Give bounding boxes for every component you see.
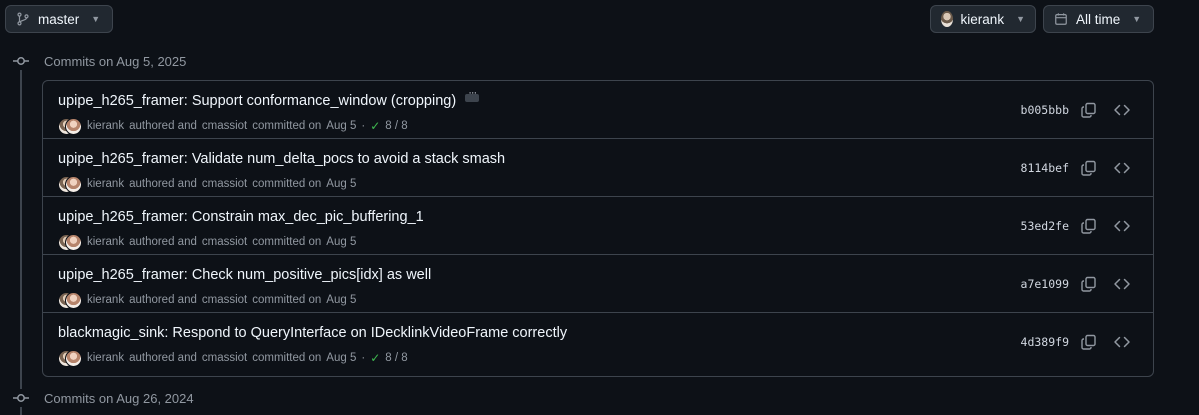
committer-link[interactable]: cmassiot [202, 294, 247, 306]
committed-label: committed on [252, 178, 322, 190]
code-icon[interactable] [1113, 159, 1131, 177]
authored-label: authored and [129, 236, 197, 248]
branch-selector-button[interactable]: master ▼ [5, 5, 113, 33]
branch-icon [17, 12, 29, 26]
authored-label: authored and [129, 120, 197, 132]
author-link[interactable]: kierank [87, 294, 124, 306]
commit-sha-link[interactable]: a7e1099 [1021, 277, 1069, 291]
separator-dot: · [361, 120, 366, 132]
commit-meta: kierank authored and cmassiot committed on A… [58, 292, 357, 309]
code-icon[interactable] [1113, 275, 1131, 293]
committer-link[interactable]: cmassiot [202, 120, 247, 132]
copy-icon[interactable] [1080, 159, 1098, 177]
checks-status[interactable]: 8 / 8 [385, 352, 407, 364]
commit-meta: kierank authored and cmassiot committed on A… [58, 118, 408, 135]
copy-icon[interactable] [1080, 217, 1098, 235]
avatar-stack [58, 176, 82, 193]
author-link[interactable]: kierank [87, 120, 124, 132]
commit-title-link[interactable]: upipe_h265_framer: Constrain max_dec_pic… [58, 209, 424, 225]
commit-message: blackmagic_sink: Respond to QueryInterfa… [58, 325, 568, 341]
avatar-stack [58, 292, 82, 309]
check-icon[interactable]: ✓ [370, 351, 380, 365]
commit-sha-link[interactable]: 53ed2fe [1021, 219, 1069, 233]
commit-row: upipe_h265_framer: Constrain max_dec_pic… [43, 197, 1153, 255]
authored-label: authored and [129, 352, 197, 364]
avatar[interactable] [65, 118, 82, 135]
commit-row: blackmagic_sink: Respond to QueryInterfa… [43, 313, 1153, 372]
commit-row: upipe_h265_framer: Support conformance_w… [43, 81, 1153, 139]
commit-sha-link[interactable]: 8114bef [1021, 161, 1069, 175]
author-link[interactable]: kierank [87, 352, 124, 364]
commit-date: Aug 5 [326, 352, 357, 364]
copy-icon[interactable] [1080, 275, 1098, 293]
commit-title-link[interactable]: blackmagic_sink: Respond to QueryInterfa… [58, 325, 567, 341]
avatar[interactable] [65, 350, 82, 367]
commit-date: Aug 5 [326, 294, 357, 306]
calendar-icon [1055, 13, 1067, 25]
git-commit-icon [12, 52, 30, 70]
expand-message-button[interactable] [465, 87, 480, 103]
avatar-stack [58, 118, 82, 135]
commit-date: Aug 5 [326, 178, 357, 190]
timeline-line [20, 70, 22, 415]
commit-message: upipe_h265_framer: Constrain max_dec_pic… [58, 209, 424, 225]
commit-group-header: Commits on Aug 26, 2024 [12, 389, 194, 407]
commit-group-date: Commits on Aug 5, 2025 [44, 53, 187, 69]
committer-link[interactable]: cmassiot [202, 178, 247, 190]
author-link[interactable]: kierank [87, 236, 124, 248]
chevron-down-icon: ▼ [1016, 14, 1025, 24]
chevron-down-icon: ▼ [91, 14, 101, 24]
user-filter-button[interactable]: kierank ▼ [930, 5, 1036, 33]
commit-title-link[interactable]: upipe_h265_framer: Check num_positive_pi… [58, 267, 431, 283]
commit-meta: kierank authored and cmassiot committed on A… [58, 350, 408, 367]
committer-link[interactable]: cmassiot [202, 236, 247, 248]
commit-message: upipe_h265_framer: Validate num_delta_po… [58, 151, 506, 167]
committed-label: committed on [252, 236, 322, 248]
branch-name: master [38, 11, 80, 27]
commit-group-date: Commits on Aug 26, 2024 [44, 390, 194, 406]
code-icon[interactable] [1113, 217, 1131, 235]
authored-label: authored and [129, 178, 197, 190]
copy-icon[interactable] [1080, 333, 1098, 351]
commit-sha-link[interactable]: b005bbb [1021, 103, 1069, 117]
check-icon[interactable]: ✓ [370, 119, 380, 133]
commit-title-link[interactable]: upipe_h265_framer: Support conformance_w… [58, 87, 480, 109]
time-filter-label: All time [1076, 11, 1121, 27]
commit-group-header: Commits on Aug 5, 2025 [12, 52, 186, 70]
avatar[interactable] [65, 292, 82, 309]
time-filter-button[interactable]: All time ▼ [1043, 5, 1154, 33]
avatar[interactable] [65, 234, 82, 251]
commit-row: upipe_h265_framer: Check num_positive_pi… [43, 255, 1153, 313]
avatar-stack [58, 234, 82, 251]
copy-icon[interactable] [1080, 101, 1098, 119]
avatar[interactable] [65, 176, 82, 193]
committed-label: committed on [252, 120, 322, 132]
separator-dot: · [361, 352, 366, 364]
avatar [941, 11, 953, 27]
commit-meta: kierank authored and cmassiot committed on A… [58, 234, 357, 251]
commit-list: upipe_h265_framer: Support conformance_w… [42, 80, 1154, 377]
commit-message: upipe_h265_framer: Support conformance_w… [58, 93, 457, 109]
user-filter-label: kierank [960, 11, 1005, 27]
commit-sha-link[interactable]: 4d389f9 [1021, 335, 1069, 349]
author-link[interactable]: kierank [87, 178, 124, 190]
commit-date: Aug 5 [326, 120, 357, 132]
checks-status[interactable]: 8 / 8 [385, 120, 407, 132]
git-commit-icon [12, 389, 30, 407]
committer-link[interactable]: cmassiot [202, 352, 247, 364]
committed-label: committed on [252, 352, 322, 364]
avatar-stack [58, 350, 82, 367]
commit-message: upipe_h265_framer: Check num_positive_pi… [58, 267, 432, 283]
committed-label: committed on [252, 294, 322, 306]
authored-label: authored and [129, 294, 197, 306]
commit-date: Aug 5 [326, 236, 357, 248]
commits-toolbar: master ▼ kierank ▼ All time ▼ [5, 5, 1154, 33]
chevron-down-icon: ▼ [1132, 14, 1142, 24]
commit-title-link[interactable]: upipe_h265_framer: Validate num_delta_po… [58, 151, 505, 167]
commit-meta: kierank authored and cmassiot committed on A… [58, 176, 357, 193]
code-icon[interactable] [1113, 333, 1131, 351]
code-icon[interactable] [1113, 101, 1131, 119]
commit-row: upipe_h265_framer: Validate num_delta_po… [43, 139, 1153, 197]
